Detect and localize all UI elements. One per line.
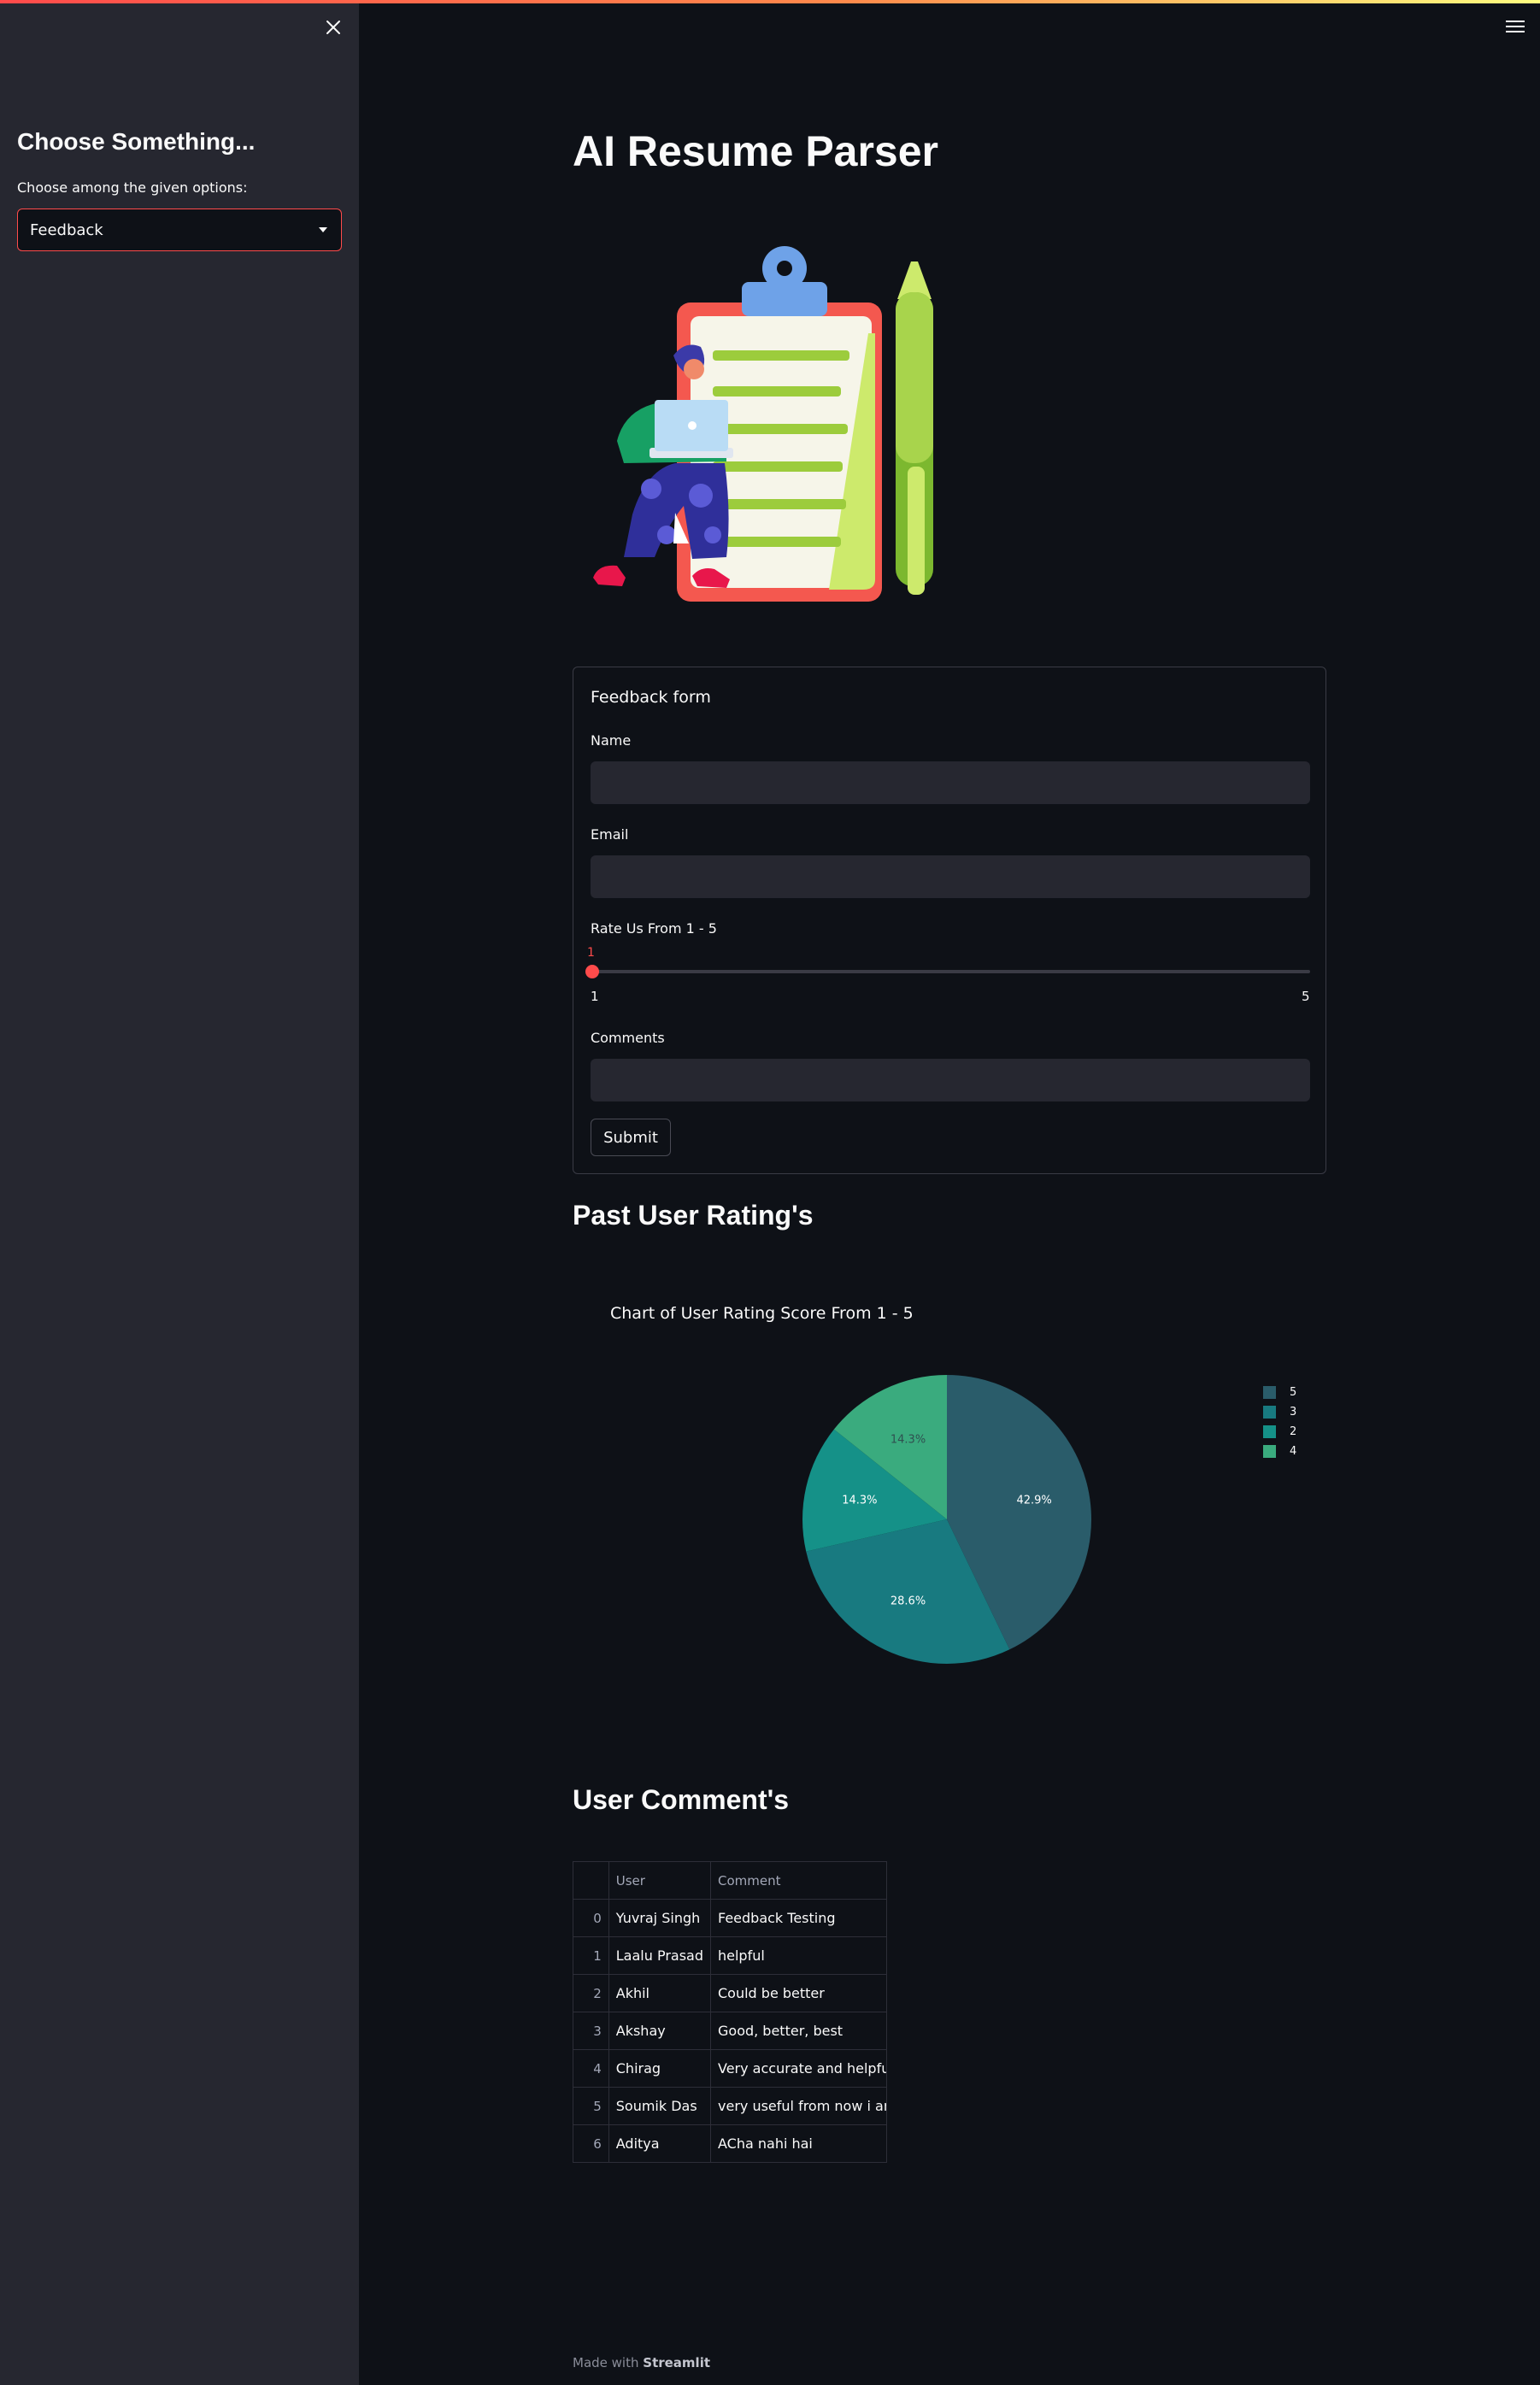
legend-label: 2 <box>1290 1425 1297 1438</box>
column-header-comment[interactable]: Comment <box>710 1861 887 1900</box>
row-user: Laalu Prasad <box>608 1936 712 1975</box>
pie-label: 28.6% <box>890 1595 926 1607</box>
legend-swatch <box>1263 1445 1276 1458</box>
row-index: 1 <box>573 1936 609 1975</box>
legend-swatch <box>1263 1406 1276 1419</box>
table-row: 1 Laalu Prasad helpful <box>573 1936 887 1975</box>
row-index: 5 <box>573 2087 609 2125</box>
sidebar-heading: Choose Something... <box>17 128 256 155</box>
pie-label: 42.9% <box>1016 1495 1051 1507</box>
row-user: Akhil <box>608 1974 712 2012</box>
row-index: 4 <box>573 2049 609 2088</box>
main-content: AI Resume Parser Feedback form Name Emai… <box>359 0 1540 2385</box>
select-value: Feedback <box>30 220 103 239</box>
legend-item[interactable]: 2 <box>1263 1422 1296 1442</box>
row-user: Aditya <box>608 2124 712 2163</box>
legend-label: 5 <box>1290 1386 1297 1399</box>
row-user: Yuvraj Singh <box>608 1899 712 1937</box>
chevron-down-icon <box>319 227 327 232</box>
sidebar: Choose Something... Choose among the giv… <box>0 3 359 2385</box>
table-row: 0 Yuvraj Singh Feedback Testing <box>573 1899 887 1937</box>
streamlit-link[interactable]: Streamlit <box>643 2355 710 2370</box>
footer-prefix: Made with <box>573 2355 639 2370</box>
pie-label: 14.3% <box>890 1434 926 1447</box>
row-comment: Very accurate and helpful <box>710 2049 887 2088</box>
pie-label: 14.3% <box>842 1495 877 1507</box>
table-row: 5Soumik Dasvery useful from now i am g <box>573 2087 887 2125</box>
legend-label: 4 <box>1290 1445 1297 1458</box>
row-user: Soumik Das <box>608 2087 712 2125</box>
row-comment: Feedback Testing <box>710 1899 887 1937</box>
row-user: Chirag <box>608 2049 712 2088</box>
legend-label: 3 <box>1290 1406 1297 1419</box>
row-comment: helpful <box>710 1936 887 1975</box>
row-comment: Could be better <box>710 1974 887 2012</box>
option-select[interactable]: Feedback <box>17 209 342 251</box>
legend-item[interactable]: 5 <box>1263 1383 1296 1402</box>
footer: Made with Streamlit <box>573 2355 710 2370</box>
table-row: 3 Akshay Good, better, best <box>573 2012 887 2050</box>
table-header-row: User Comment <box>573 1861 887 1900</box>
row-index: 0 <box>573 1899 609 1937</box>
row-comment: very useful from now i am g <box>710 2087 887 2125</box>
column-header-user[interactable]: User <box>608 1861 712 1900</box>
row-comment: ACha nahi hai <box>710 2124 887 2163</box>
row-index: 3 <box>573 2012 609 2050</box>
table-row: 2 Akhil Could be better <box>573 1974 887 2012</box>
column-header-index <box>573 1861 609 1900</box>
legend-swatch <box>1263 1425 1276 1438</box>
comments-heading: User Comment's <box>573 1784 790 1815</box>
table-row: 6 Aditya ACha nahi hai <box>573 2124 887 2163</box>
row-user: Akshay <box>608 2012 712 2050</box>
row-index: 6 <box>573 2124 609 2163</box>
legend-item[interactable]: 3 <box>1263 1402 1296 1422</box>
row-comment: Good, better, best <box>710 2012 887 2050</box>
chart-legend: 5 3 2 4 <box>1263 1383 1296 1461</box>
comments-table: User Comment 0 Yuvraj Singh Feedback Testi… <box>573 1861 887 2163</box>
select-label: Choose among the given options: <box>17 179 248 196</box>
table-row: 4 Chirag Very accurate and helpful <box>573 2049 887 2088</box>
legend-swatch <box>1263 1386 1276 1399</box>
close-icon[interactable] <box>323 17 344 38</box>
legend-item[interactable]: 4 <box>1263 1442 1296 1461</box>
row-index: 2 <box>573 1974 609 2012</box>
rating-pie-chart: 42.9% 28.6% 14.3% 14.3% <box>802 1375 1092 1665</box>
